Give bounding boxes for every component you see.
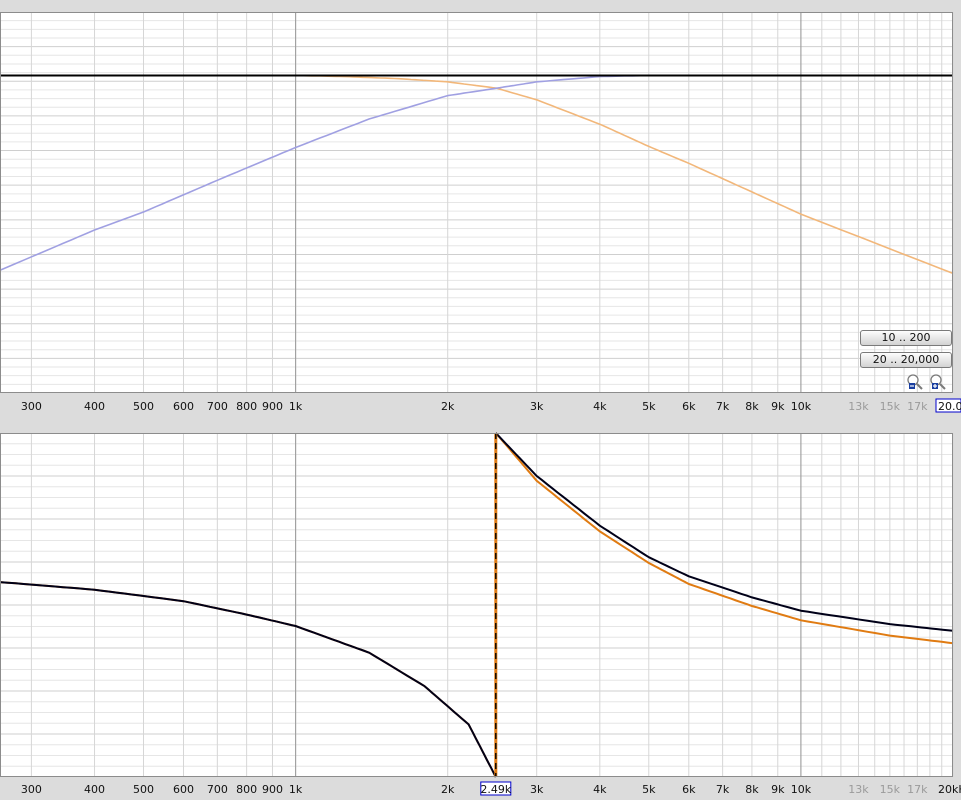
frequency-tick-label: 10k (791, 783, 812, 796)
frequency-tick-label: 17k (907, 400, 928, 413)
magnitude-panel[interactable] (0, 12, 954, 393)
frequency-tick-label: 3k (530, 783, 544, 796)
frequency-tick-label: 6k (682, 783, 696, 796)
frequency-tick-label: 500 (133, 400, 154, 413)
frequency-tick-label: 15k (880, 783, 901, 796)
frequency-tick-label: 1k (289, 400, 303, 413)
frequency-tick-label: 7k (716, 783, 730, 796)
frequency-tick-label: 700 (207, 783, 228, 796)
frequency-tick-label: 5k (642, 783, 656, 796)
phase-panel[interactable] (0, 432, 954, 778)
frequency-tick-label: 10k (791, 400, 812, 413)
frequency-tick-label: 700 (207, 400, 228, 413)
frequency-tick-label: 800 (236, 783, 257, 796)
frequency-tick-label: 15k (880, 400, 901, 413)
frequency-tick-label: 9k (771, 783, 785, 796)
frequency-tick-label: 400 (84, 400, 105, 413)
frequency-tick-label: 4k (593, 783, 607, 796)
range-10-200-button[interactable]: 10 .. 200 (860, 330, 952, 346)
frequency-tick-label: 8k (745, 400, 759, 413)
frequency-tick-label: 13k (848, 783, 869, 796)
frequency-tick-label: 13k (848, 400, 869, 413)
frequency-tick-label: 4k (593, 400, 607, 413)
frequency-tick-label: 400 (84, 783, 105, 796)
frequency-tick-label: 9k (771, 400, 785, 413)
frequency-tick-label: 6k (682, 400, 696, 413)
frequency-tick-label: 900 (262, 400, 283, 413)
zoom-in-icon[interactable] (929, 373, 947, 391)
zoom-out-icon[interactable] (906, 373, 924, 391)
frequency-tick-label: 300 (21, 783, 42, 796)
frequency-tick-label: 17k (907, 783, 928, 796)
frequency-tick-label: 3k (530, 400, 544, 413)
frequency-tick-label: 2k (441, 783, 455, 796)
frequency-tick-label: 5k (642, 400, 656, 413)
end-frequency-label: 20kH (938, 783, 961, 796)
crossover-frequency-label: 2.49k (480, 783, 511, 796)
frequency-tick-label: 500 (133, 783, 154, 796)
frequency-tick-label: 1k (289, 783, 303, 796)
frequency-tick-label: 600 (173, 783, 194, 796)
frequency-tick-label: 900 (262, 783, 283, 796)
range-20-20000-button[interactable]: 20 .. 20,000 (860, 352, 952, 368)
frequency-tick-label: 300 (21, 400, 42, 413)
frequency-tick-label: 2k (441, 400, 455, 413)
end-frequency-label: 20.00 (938, 400, 961, 413)
frequency-tick-label: 7k (716, 400, 730, 413)
frequency-tick-label: 8k (745, 783, 759, 796)
frequency-tick-label: 800 (236, 400, 257, 413)
frequency-tick-label: 600 (173, 400, 194, 413)
crossover-plots: 300 400 500 600 700 800 900 1k 2k 3k 4k 5k 6k 7k 8k 9k 1… (0, 0, 961, 800)
